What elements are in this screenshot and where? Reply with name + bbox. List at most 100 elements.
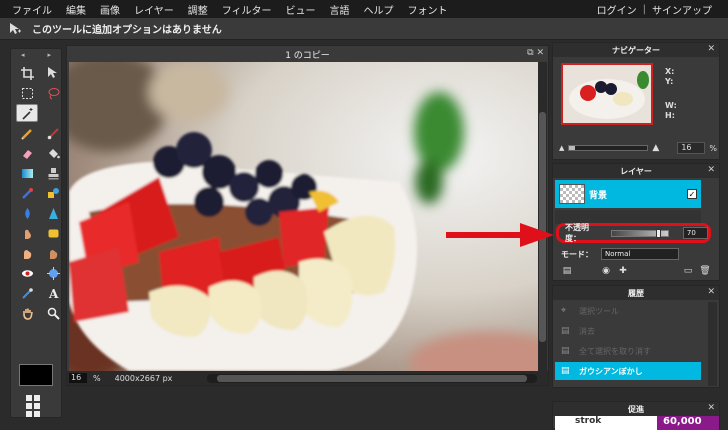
zoom-input[interactable]: 16	[69, 373, 87, 383]
navigator-coordinates: X: Y: W: H:	[665, 67, 677, 121]
menu-view[interactable]: ビュー	[279, 2, 323, 17]
crop-tool[interactable]	[16, 64, 38, 82]
navigator-zoom-unit: %	[709, 143, 717, 153]
layer-visibility-checkbox[interactable]: ✓	[687, 189, 697, 199]
h-label: H:	[665, 111, 675, 120]
magic-wand-icon	[21, 107, 32, 120]
menu-language[interactable]: 言語	[323, 2, 357, 17]
restore-icon[interactable]: ⧉	[527, 48, 533, 58]
zoom-tool[interactable]	[42, 304, 64, 322]
redeye-tool[interactable]	[16, 264, 38, 282]
history-item-label: 全て選択を取り消す	[579, 346, 651, 356]
promo-ad[interactable]: strok 60,000	[555, 416, 719, 430]
navigator-title: ナビゲーター	[612, 45, 660, 55]
navigator-zoom-input[interactable]: 16	[677, 142, 706, 154]
menu-help[interactable]: ヘルプ	[357, 2, 401, 17]
red-eye-icon	[21, 269, 33, 277]
image-canvas[interactable]	[69, 62, 538, 371]
marquee-icon	[21, 87, 33, 99]
bloat-tool[interactable]	[42, 264, 64, 282]
window-buttons: ⧉ ✕	[527, 48, 544, 58]
blur-tool[interactable]	[16, 204, 38, 222]
opacity-input[interactable]: 70	[682, 227, 708, 239]
drawing-tool[interactable]	[42, 184, 64, 202]
eyedropper-icon	[21, 287, 33, 299]
history-item-label: 消去	[579, 326, 595, 336]
brush-tool[interactable]	[42, 124, 64, 142]
login-link[interactable]: ログイン	[597, 2, 637, 17]
tools-scroll-right-icon[interactable]: ▸	[47, 51, 51, 59]
new-layer-icon[interactable]: ✚	[617, 266, 629, 276]
history-item-label: 選択ツール	[579, 306, 619, 316]
delete-layer-icon[interactable]: 🗑	[699, 266, 711, 276]
layer-row[interactable]: 背景 ✓	[555, 180, 701, 208]
grid-toggle-icon[interactable]	[25, 394, 47, 417]
gradient-tool[interactable]	[16, 164, 38, 182]
sponge-tool[interactable]	[42, 224, 64, 242]
opacity-slider-knob[interactable]	[656, 228, 662, 238]
history-step-icon: ▤	[561, 326, 570, 336]
move-tool-icon	[10, 22, 21, 34]
menu-file[interactable]: ファイル	[0, 2, 59, 17]
wand-tool[interactable]	[16, 104, 38, 122]
menu-filter[interactable]: フィルター	[215, 2, 279, 17]
horizontal-scroll-thumb[interactable]	[217, 375, 527, 382]
vertical-scrollbar[interactable]	[538, 62, 547, 371]
layer-mask-icon[interactable]: ◉	[600, 266, 612, 276]
menu-adjust[interactable]: 調整	[181, 2, 215, 17]
navigator-zoom-control: ▲ ▲ 16 %	[559, 142, 719, 154]
history-item-active[interactable]: ▤ ガウシアンぼかし	[555, 362, 701, 380]
duplicate-layer-icon[interactable]: ▭	[682, 266, 694, 276]
pencil-tool[interactable]	[16, 124, 38, 142]
navigator-thumbnail[interactable]	[561, 63, 653, 125]
move-tool[interactable]	[42, 64, 64, 82]
lasso-tool[interactable]	[42, 84, 64, 102]
sponge-icon	[48, 229, 58, 237]
history-step-icon: ▤	[561, 366, 570, 376]
type-icon: A	[48, 287, 59, 300]
menu-layer[interactable]: レイヤー	[127, 2, 181, 17]
promo-close-icon[interactable]: ✕	[707, 403, 715, 413]
history-item[interactable]: ▤ 消去	[555, 322, 701, 340]
history-item[interactable]: ⌖ 選択ツール	[555, 302, 701, 320]
promo-panel: 促進 ✕ strok 60,000	[552, 401, 720, 430]
stamp-tool[interactable]	[42, 164, 64, 182]
layer-actions: ▤ ◉ ✚ ▭ 🗑	[561, 266, 711, 276]
burn-tool[interactable]	[42, 244, 64, 262]
menu-edit[interactable]: 編集	[59, 2, 93, 17]
colorreplace-tool[interactable]	[16, 184, 38, 202]
history-close-icon[interactable]: ✕	[707, 287, 715, 297]
signup-link[interactable]: サインアップ	[652, 2, 712, 17]
layer-name: 背景	[589, 190, 608, 201]
blend-mode-select[interactable]: Normal	[601, 248, 679, 260]
picker-tool[interactable]	[16, 284, 38, 302]
foreground-color-swatch[interactable]	[19, 364, 53, 386]
history-panel: 履歴 ✕ ⌖ 選択ツール ▤ 消去 ▤ 全て選択を取り消す ▤ ガウシアンぼかし	[552, 285, 720, 388]
navigator-close-icon[interactable]: ✕	[707, 44, 715, 54]
type-tool[interactable]: A	[42, 284, 64, 302]
document-window: 1 のコピー ⧉ ✕ 16 % 4000x2667 px	[66, 45, 549, 386]
horizontal-scrollbar[interactable]	[207, 374, 537, 383]
opacity-slider[interactable]	[611, 228, 669, 238]
smudge-tool[interactable]	[16, 224, 38, 242]
options-message: このツールに追加オプションはありません	[32, 25, 222, 36]
menu-font[interactable]: フォント	[401, 2, 455, 17]
sharpen-tool[interactable]	[42, 204, 64, 222]
eraser-tool[interactable]	[16, 144, 38, 162]
layer-settings-icon[interactable]: ▤	[561, 266, 573, 276]
marquee-tool[interactable]	[16, 84, 38, 102]
bucket-tool[interactable]	[42, 144, 64, 162]
zoom-in-icon[interactable]: ▲	[652, 143, 659, 153]
tools-scroll-left-icon[interactable]: ◂	[21, 51, 25, 59]
history-scrollbar[interactable]	[708, 302, 717, 386]
menu-image[interactable]: 画像	[93, 2, 127, 17]
hand-tool[interactable]	[16, 304, 38, 322]
layers-close-icon[interactable]: ✕	[707, 165, 715, 175]
history-item[interactable]: ▤ 全て選択を取り消す	[555, 342, 701, 360]
zoom-out-icon[interactable]: ▲	[559, 144, 564, 152]
close-icon[interactable]: ✕	[536, 48, 544, 58]
navigator-zoom-slider[interactable]	[568, 145, 649, 151]
dodge-tool[interactable]	[16, 244, 38, 262]
y-label: Y:	[665, 77, 674, 86]
pencil-icon	[20, 128, 32, 140]
